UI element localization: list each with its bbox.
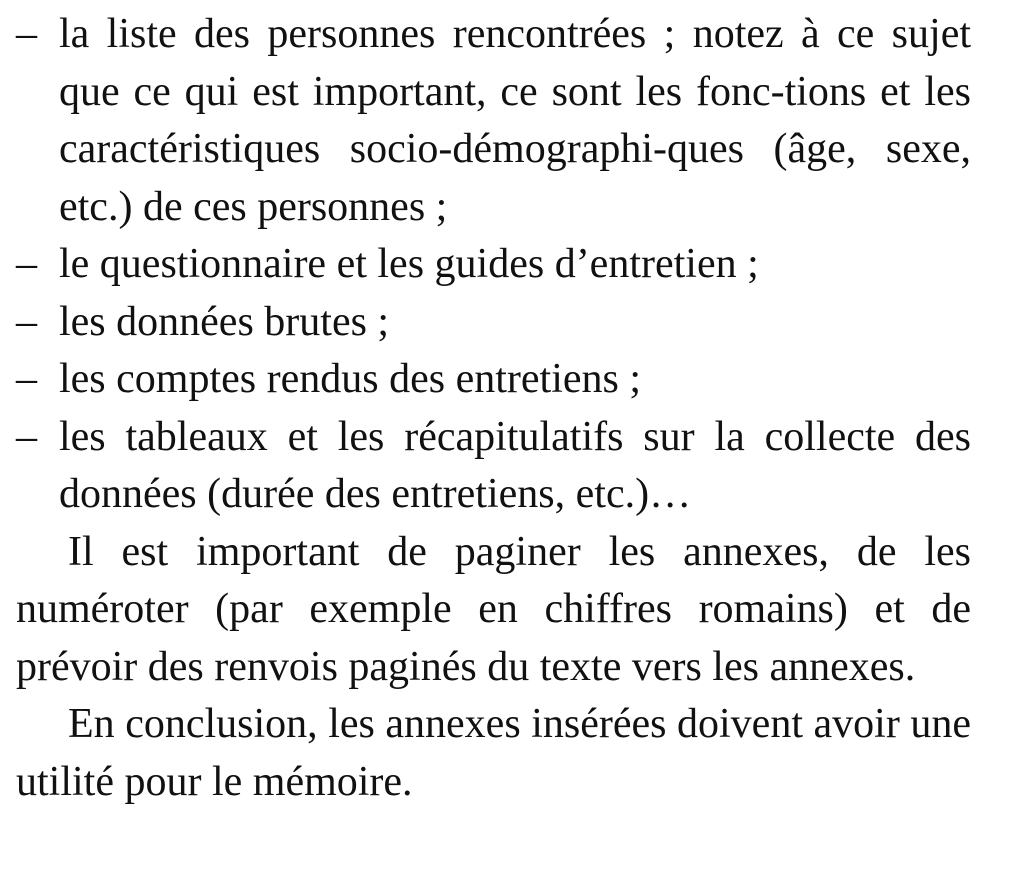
list-item-text: la liste des personnes rencontrées ; not… bbox=[59, 11, 971, 230]
document-page: – la liste des personnes rencontrées ; n… bbox=[0, 0, 1031, 875]
list-item: – les données brutes ; bbox=[16, 294, 971, 352]
list-item-marker: – bbox=[16, 298, 37, 345]
list-item-text: les données brutes ; bbox=[59, 298, 390, 345]
list-item: – les comptes rendus des entretiens ; bbox=[16, 351, 971, 409]
body-paragraph-annex-pagination: Il est important de paginer les annexes,… bbox=[16, 528, 971, 690]
list-item-marker: – bbox=[16, 413, 37, 460]
body-paragraph-conclusion: En conclusion, les annexes insérées doiv… bbox=[16, 701, 971, 805]
list-item-marker: – bbox=[16, 11, 37, 57]
list-item-text: le questionnaire et les guides d’entreti… bbox=[59, 241, 759, 287]
list-item: – la liste des personnes rencontrées ; n… bbox=[16, 6, 971, 236]
list-item-marker: – bbox=[16, 356, 37, 402]
list-item-text: les comptes rendus des entretiens ; bbox=[59, 356, 642, 402]
list-item-marker: – bbox=[16, 241, 37, 287]
list-item: – le questionnaire et les guides d’entre… bbox=[16, 236, 971, 294]
list-item: – les tableaux et les récapitulatifs sur… bbox=[16, 409, 971, 524]
bullet-list: – la liste des personnes rencontrées ; n… bbox=[16, 6, 971, 524]
list-item-text: les tableaux et les récapitulatifs sur l… bbox=[59, 413, 971, 518]
